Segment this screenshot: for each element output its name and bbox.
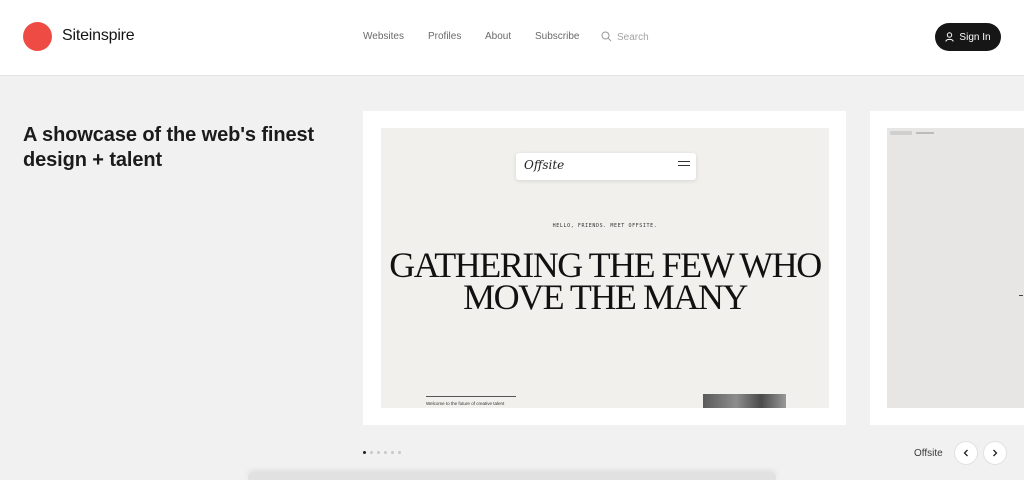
nav-link-subscribe[interactable]: Subscribe [535, 31, 579, 42]
pagination-dot[interactable] [370, 451, 373, 454]
chevron-right-icon [993, 449, 998, 457]
pagination-dot[interactable] [391, 451, 394, 454]
screenshot-site-logo: Offsite [524, 158, 565, 172]
screenshot-welcome-text: Welcome to the future of creative talent [426, 401, 505, 406]
pagination-dot[interactable] [398, 451, 401, 454]
nav-link-profiles[interactable]: Profiles [428, 31, 461, 42]
hamburger-menu-icon [678, 161, 690, 171]
carousel-next-button[interactable] [984, 442, 1006, 464]
pagination-dot[interactable] [363, 451, 366, 454]
brand-logo-icon[interactable] [23, 22, 52, 51]
bottom-panel-edge [248, 472, 776, 480]
hero-tagline: A showcase of the web's finest design + … [23, 124, 315, 171]
top-navigation-bar: Siteinspire Websites Profiles About Subs… [0, 0, 1024, 76]
carousel-prev-button[interactable] [955, 442, 977, 464]
user-icon [945, 32, 955, 42]
next-screenshot-mark [1019, 295, 1023, 296]
screenshot-kicker: HELLO, FRIENDS. MEET OFFSITE. [552, 223, 658, 229]
pagination-dot[interactable] [377, 451, 380, 454]
featured-site-card[interactable]: Offsite HELLO, FRIENDS. MEET OFFSITE. GA… [363, 111, 846, 425]
current-slide-name: Offsite [914, 448, 943, 459]
search-input[interactable] [617, 29, 681, 45]
search-icon [601, 31, 612, 42]
sign-in-label: Sign In [959, 31, 991, 43]
screenshot-headline: GATHERING THE FEW WHO MOVE THE MANY [389, 245, 822, 317]
carousel-pagination [363, 451, 401, 454]
next-site-card[interactable] [870, 111, 1024, 425]
next-site-screenshot[interactable] [887, 128, 1024, 408]
chevron-left-icon [963, 449, 968, 457]
next-screenshot-tag [890, 131, 912, 135]
nav-link-about[interactable]: About [485, 31, 511, 42]
search-box[interactable] [601, 29, 681, 45]
screenshot-menu-bar: Offsite [516, 153, 696, 180]
pagination-dot[interactable] [384, 451, 387, 454]
screenshot-photo [703, 394, 786, 408]
nav-link-websites[interactable]: Websites [363, 31, 404, 42]
next-screenshot-label [916, 132, 934, 134]
brand-name[interactable]: Siteinspire [62, 27, 135, 45]
sign-in-button[interactable]: Sign In [935, 23, 1001, 51]
screenshot-divider [426, 396, 516, 397]
featured-site-screenshot[interactable]: Offsite HELLO, FRIENDS. MEET OFFSITE. GA… [381, 128, 829, 408]
